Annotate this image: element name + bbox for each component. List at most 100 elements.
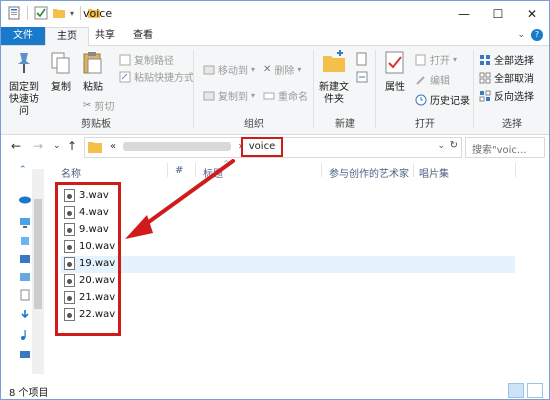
objects-3d-icon[interactable] <box>19 235 31 247</box>
delete-icon: ✕ <box>263 64 272 75</box>
new-item-icon[interactable] <box>355 52 369 66</box>
recent-locations-icon[interactable]: ⌄ <box>53 141 61 151</box>
select-none-icon <box>479 72 491 83</box>
help-icon[interactable]: ? <box>531 29 543 41</box>
file-name: 21.wav <box>79 291 116 303</box>
new-folder-icon <box>323 50 345 72</box>
select-group-label: 选择 <box>502 119 522 130</box>
column-header-number[interactable]: # <box>175 165 183 176</box>
column-header-title[interactable]: 标题 <box>203 165 223 180</box>
rename-label: 重命名 <box>278 92 308 103</box>
cut-button[interactable]: ✂ 剪切 <box>83 98 114 113</box>
desktop-icon[interactable] <box>19 349 31 361</box>
column-header-album[interactable]: 唱片集 <box>419 165 449 180</box>
list-item[interactable]: 21.wav <box>64 289 115 305</box>
minimize-button[interactable]: — <box>447 1 481 27</box>
onedrive-icon[interactable] <box>19 193 31 205</box>
list-item[interactable]: 4.wav <box>64 204 109 220</box>
copy-button[interactable]: 复制 <box>47 50 75 94</box>
close-button[interactable]: ✕ <box>515 1 549 27</box>
ribbon-expand-icon[interactable]: ⌄ <box>517 30 525 40</box>
forward-arrow-icon[interactable]: → <box>33 139 43 153</box>
list-item[interactable]: 3.wav <box>64 187 109 203</box>
copy-to-button[interactable]: 复制到 ▾ <box>203 88 255 103</box>
select-none-button[interactable]: 全部取消 <box>479 70 534 85</box>
history-button[interactable]: 历史记录 <box>415 92 470 107</box>
checkmark-icon[interactable] <box>34 6 48 20</box>
address-bar[interactable]: « › voice ⌄ ↻ <box>84 137 462 158</box>
move-to-button[interactable]: 移动到 ▾ <box>203 62 255 77</box>
new-folder-icon[interactable] <box>52 6 66 20</box>
list-item[interactable]: 10.wav <box>64 238 115 254</box>
audio-file-icon <box>64 273 75 287</box>
edit-button[interactable]: 编辑 <box>415 72 450 87</box>
current-folder-crumb[interactable]: voice <box>241 137 283 157</box>
folder-icon <box>88 142 102 153</box>
column-header-name[interactable]: 名称 <box>61 165 81 180</box>
open-button[interactable]: 打开 ▾ <box>415 52 457 67</box>
qat-dropdown-icon[interactable]: ▾ <box>70 9 74 18</box>
quick-access-star-icon[interactable]: ⌃ <box>19 165 31 177</box>
audio-file-icon <box>64 290 75 304</box>
this-pc-icon[interactable] <box>19 217 31 229</box>
up-arrow-icon[interactable]: ↑ <box>67 139 77 153</box>
refresh-icon[interactable]: ↻ <box>450 140 458 151</box>
rename-button[interactable]: 重命名 <box>263 88 308 103</box>
videos-icon[interactable] <box>19 253 31 265</box>
new-group: 新建文件夹 新建 <box>315 46 375 134</box>
downloads-icon[interactable] <box>19 309 31 321</box>
copy-path-button[interactable]: 复制路径 <box>119 52 174 67</box>
breadcrumb-overflow[interactable]: « <box>110 141 116 152</box>
file-name: 22.wav <box>79 308 116 320</box>
details-view-icon[interactable] <box>508 383 524 398</box>
pin-label: 固定到快速访问 <box>9 82 39 117</box>
delete-button[interactable]: ✕ 删除 ▾ <box>263 62 301 77</box>
history-label: 历史记录 <box>430 96 470 107</box>
select-group: 全部选择 全部取消 反向选择 选择 <box>475 46 549 134</box>
item-count: 8 个项目 <box>9 388 49 399</box>
organize-group-label: 组织 <box>244 119 264 130</box>
paste-shortcut-button[interactable]: 粘贴快捷方式 <box>119 69 194 84</box>
file-name: 19.wav <box>79 257 116 269</box>
maximize-button[interactable]: ☐ <box>481 1 515 27</box>
back-arrow-icon[interactable]: ← <box>11 139 21 153</box>
tab-view[interactable]: 查看 <box>123 27 163 45</box>
status-bar: 8 个项目 <box>1 382 549 399</box>
copy-path-label: 复制路径 <box>134 56 174 67</box>
list-item[interactable]: 9.wav <box>64 221 109 237</box>
list-item[interactable]: 20.wav <box>64 272 115 288</box>
properties-icon[interactable] <box>7 6 21 20</box>
search-box[interactable]: 搜索"voic... <box>465 137 545 158</box>
explorer-window: ▾ voice — ☐ ✕ 文件 主页 共享 查看 ⌄ ? 固定到快速访问 复制 <box>0 0 550 400</box>
move-to-icon <box>203 65 215 74</box>
blurred-path-segment[interactable] <box>123 141 232 151</box>
music-icon[interactable] <box>19 329 31 341</box>
clipboard-group: 固定到快速访问 复制 粘贴 复制路径 粘贴快捷方式 ✂ 剪切 剪贴板 <box>1 46 194 134</box>
column-header-artists[interactable]: 参与创作的艺术家 <box>329 165 409 180</box>
documents-icon[interactable] <box>19 289 31 301</box>
tab-home[interactable]: 主页 <box>45 27 89 46</box>
easy-access-icon[interactable] <box>355 70 369 84</box>
copy-label: 复制 <box>51 82 71 93</box>
tab-file[interactable]: 文件 <box>1 27 45 45</box>
title-bar: ▾ voice — ☐ ✕ <box>1 1 549 27</box>
list-item[interactable]: 19.wav <box>64 255 115 271</box>
new-folder-button[interactable]: 新建文件夹 <box>317 50 351 106</box>
large-icons-view-icon[interactable] <box>527 383 543 398</box>
pictures-icon[interactable] <box>19 271 31 283</box>
scrollbar-thumb[interactable] <box>34 199 42 309</box>
open-group-label: 打开 <box>415 119 435 130</box>
file-name: 10.wav <box>79 240 116 252</box>
invert-selection-button[interactable]: 反向选择 <box>479 88 534 103</box>
paste-button[interactable]: 粘贴 <box>79 50 107 94</box>
navigation-scrollbar[interactable] <box>32 169 44 374</box>
select-all-button[interactable]: 全部选择 <box>479 52 534 67</box>
cut-label: 剪切 <box>94 102 115 113</box>
properties-button[interactable]: 属性 <box>381 50 409 94</box>
list-item[interactable]: 22.wav <box>64 306 115 322</box>
pin-quick-access-button[interactable]: 固定到快速访问 <box>5 50 43 118</box>
copy-to-icon <box>203 91 215 100</box>
tab-share[interactable]: 共享 <box>87 27 123 45</box>
invert-selection-label: 反向选择 <box>494 92 534 103</box>
address-dropdown-icon[interactable]: ⌄ <box>437 141 445 151</box>
